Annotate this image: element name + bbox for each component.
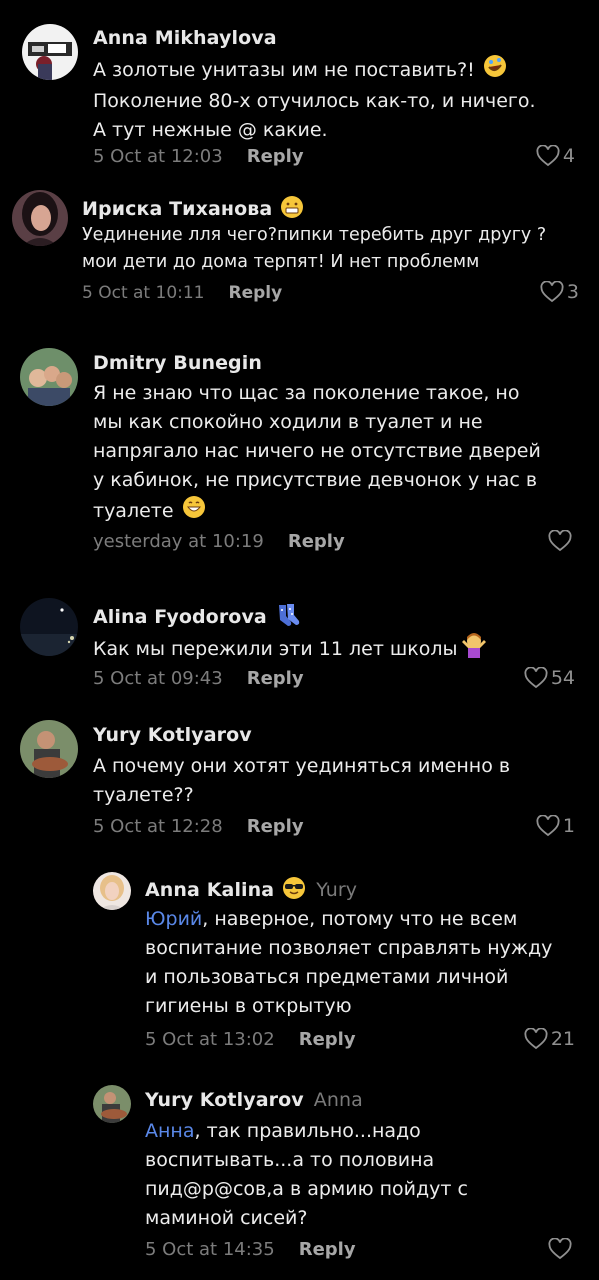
reply-button[interactable]: Reply: [247, 146, 304, 167]
like-count: 1: [562, 815, 575, 837]
author-name[interactable]: Dmitry Bunegin: [93, 352, 262, 374]
reply-button[interactable]: Reply: [299, 1029, 356, 1050]
heart-icon: [540, 281, 564, 303]
like-button[interactable]: 3: [540, 281, 579, 303]
comment-text: Юрий, наверное, потому что не всем воспи…: [145, 908, 553, 1017]
like-button[interactable]: 4: [536, 145, 575, 167]
like-count: 3: [566, 281, 579, 303]
avatar[interactable]: [20, 720, 78, 778]
like-button[interactable]: 54: [524, 667, 575, 689]
avatar[interactable]: [20, 598, 78, 656]
avatar[interactable]: [22, 24, 78, 80]
author-name[interactable]: Anna Kalina Yury: [145, 876, 357, 905]
heart-icon: [548, 1238, 572, 1260]
author-name[interactable]: Anna Mikhaylova: [93, 27, 277, 49]
reply-button[interactable]: Reply: [247, 816, 304, 837]
timestamp: 5 Oct at 09:43: [93, 668, 223, 689]
comment-meta: 5 Oct at 14:35 Reply: [145, 1239, 356, 1260]
sunglasses-emoji: [282, 876, 306, 905]
reply-button[interactable]: Reply: [288, 531, 345, 552]
shrug-emoji: [460, 632, 488, 667]
like-button[interactable]: [548, 1238, 575, 1260]
comment-meta: 5 Oct at 09:43 Reply: [93, 668, 304, 689]
reply-to-label[interactable]: Yury: [316, 879, 357, 901]
heart-icon: [536, 815, 560, 837]
avatar[interactable]: [93, 872, 131, 910]
timestamp: 5 Oct at 12:28: [93, 816, 223, 837]
reply-button[interactable]: Reply: [299, 1239, 356, 1260]
comment-meta: 5 Oct at 10:11 Reply: [82, 283, 282, 303]
like-count: 54: [550, 667, 575, 689]
grin-emoji: [182, 495, 206, 528]
avatar[interactable]: [93, 1085, 131, 1123]
author-name[interactable]: Ириска Тиханова: [82, 195, 304, 224]
comment-meta: 5 Oct at 13:02 Reply: [145, 1029, 356, 1050]
heart-icon: [524, 667, 548, 689]
comment-meta: yesterday at 10:19 Reply: [93, 531, 345, 552]
timestamp: 5 Oct at 10:11: [82, 283, 205, 303]
comment-text: Анна, так правильно...надо воспитывать..…: [145, 1120, 468, 1229]
rofl-emoji: [483, 54, 507, 87]
author-name[interactable]: Yury Kotlyarov Anna: [145, 1089, 363, 1111]
reply-button[interactable]: Reply: [247, 668, 304, 689]
like-button[interactable]: [548, 530, 575, 552]
reply-button[interactable]: Reply: [229, 283, 283, 303]
like-button[interactable]: 1: [536, 815, 575, 837]
timestamp: 5 Oct at 13:02: [145, 1029, 275, 1050]
comment-meta: 5 Oct at 12:03 Reply: [93, 146, 304, 167]
comment-text: Я не знаю что щас за поколение такое, но…: [93, 379, 541, 528]
grimace-emoji: [280, 195, 304, 224]
timestamp: 5 Oct at 12:03: [93, 146, 223, 167]
timestamp: yesterday at 10:19: [93, 531, 264, 552]
author-name[interactable]: Yury Kotlyarov: [93, 724, 252, 746]
comment-text: А почему они хотят уединяться именно в т…: [93, 755, 511, 806]
mention-link[interactable]: Юрий: [145, 908, 202, 930]
timestamp: 5 Oct at 14:35: [145, 1239, 275, 1260]
comment-text: Уединение лля чего?пипки теребить друг д…: [82, 225, 547, 272]
like-count: 21: [550, 1028, 575, 1050]
comment-text: А золотые унитазы им не поставить?! Поко…: [93, 54, 536, 145]
avatar[interactable]: [12, 190, 68, 246]
heart-icon: [536, 145, 560, 167]
comment-text: Как мы пережили эти 11 лет школы: [93, 632, 488, 667]
socks-emoji: [275, 602, 301, 633]
like-count: 4: [562, 145, 575, 167]
comment-meta: 5 Oct at 12:28 Reply: [93, 816, 304, 837]
like-button[interactable]: 21: [524, 1028, 575, 1050]
avatar[interactable]: [20, 348, 78, 406]
comments-feed: Anna Mikhaylova А золотые унитазы им не …: [0, 0, 599, 1280]
heart-icon: [548, 530, 572, 552]
mention-link[interactable]: Анна: [145, 1120, 195, 1142]
author-name[interactable]: Alina Fyodorova: [93, 602, 301, 633]
reply-to-label[interactable]: Anna: [314, 1089, 363, 1111]
heart-icon: [524, 1028, 548, 1050]
